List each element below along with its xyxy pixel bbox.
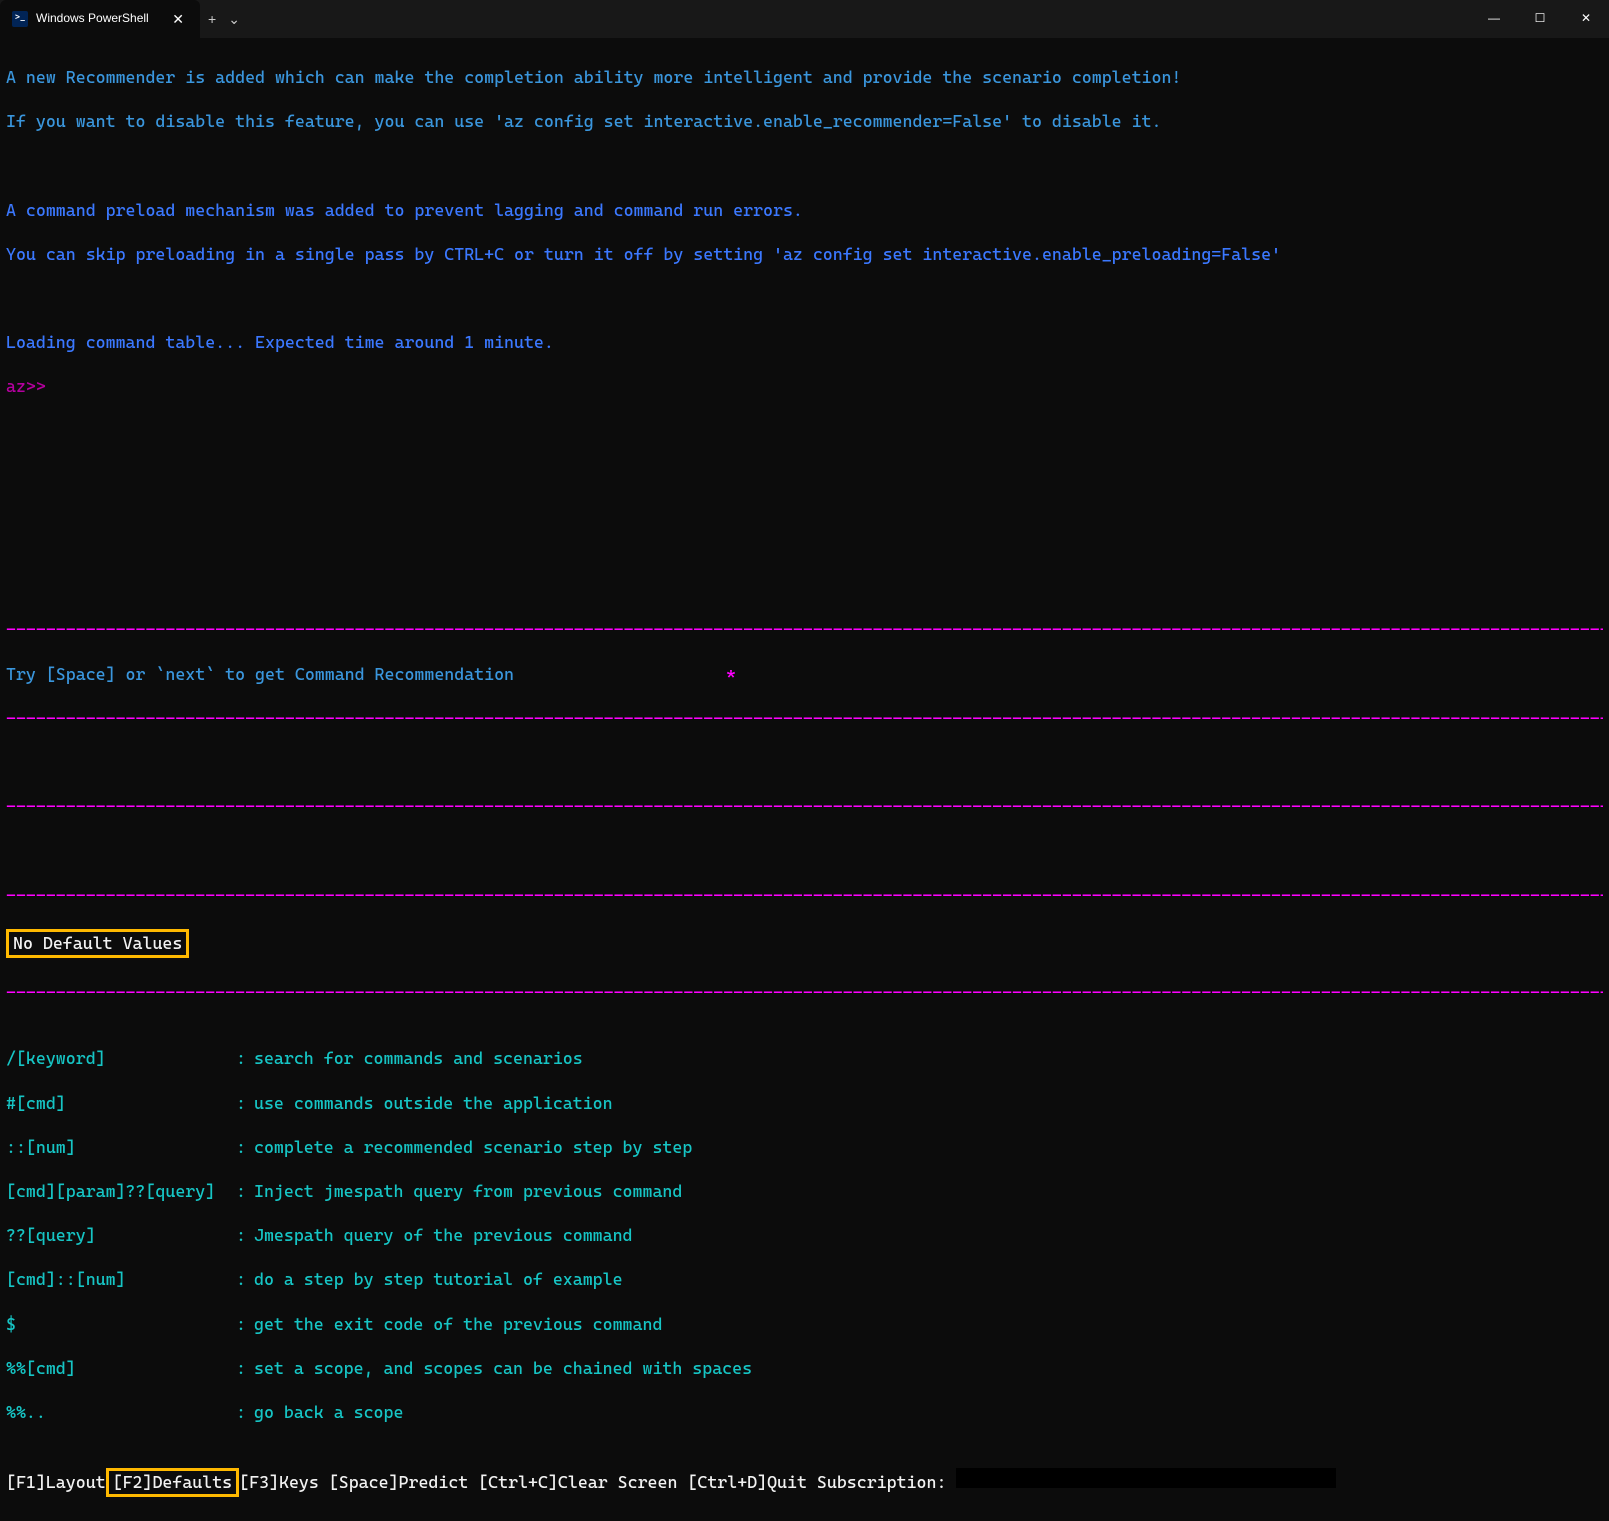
help-key: %%..	[6, 1401, 236, 1423]
loading-line: Loading command table... Expected time a…	[6, 331, 1603, 353]
help-key: ::[num]	[6, 1136, 236, 1158]
close-tab-button[interactable]: ✕	[168, 10, 188, 28]
help-key: [cmd][param]??[query]	[6, 1180, 236, 1202]
help-desc: get the exit code of the previous comman…	[254, 1314, 662, 1334]
ctrlc-clear: [Ctrl+C]Clear Screen	[478, 1471, 677, 1493]
hint-text: Try [Space] or `next` to get Command Rec…	[6, 663, 726, 685]
new-tab-button[interactable]: +	[208, 10, 216, 28]
help-desc: complete a recommended scenario step by …	[254, 1137, 692, 1157]
tab-strip: >_ Windows PowerShell ✕ + ⌄	[0, 0, 248, 38]
maximize-button[interactable]: ☐	[1517, 0, 1563, 38]
space-predict: [Space]Predict	[329, 1471, 468, 1493]
divider: ----------------------------------------…	[6, 795, 1603, 817]
footer-bar: [F1]Layout[F2]Defaults[F3]Keys [Space]Pr…	[6, 1467, 1603, 1498]
close-window-button[interactable]: ✕	[1563, 0, 1609, 38]
divider: ----------------------------------------…	[6, 707, 1603, 729]
f2-defaults-highlight: [F2]Defaults	[106, 1468, 240, 1497]
help-desc: do a step by step tutorial of example	[254, 1269, 623, 1289]
tab-title: Windows PowerShell	[36, 11, 149, 27]
help-key: #[cmd]	[6, 1092, 236, 1114]
help-desc: search for commands and scenarios	[254, 1048, 583, 1068]
terminal-content[interactable]: A new Recommender is added which can mak…	[0, 38, 1609, 1521]
info-line: You can skip preloading in a single pass…	[6, 243, 1603, 265]
help-desc: go back a scope	[254, 1402, 403, 1422]
help-key: /[keyword]	[6, 1047, 236, 1069]
help-desc: Jmespath query of the previous command	[254, 1225, 633, 1245]
subscription-value-redacted	[956, 1468, 1336, 1488]
f3-keys: [F3]Keys	[239, 1471, 319, 1493]
tab-dropdown-button[interactable]: ⌄	[228, 10, 240, 28]
f1-layout: [F1]Layout	[6, 1471, 106, 1493]
info-line: A new Recommender is added which can mak…	[6, 66, 1603, 88]
help-desc: use commands outside the application	[254, 1093, 613, 1113]
prompt[interactable]: az>>	[6, 375, 1603, 397]
window-controls: — ☐ ✕	[1471, 0, 1609, 38]
powershell-icon: >_	[12, 11, 28, 27]
star-icon: *	[726, 663, 736, 685]
help-key: %%[cmd]	[6, 1357, 236, 1379]
info-line: If you want to disable this feature, you…	[6, 110, 1603, 132]
help-table: /[keyword]:search for commands and scena…	[6, 1025, 1603, 1445]
divider: ----------------------------------------…	[6, 618, 1603, 640]
subscription-label: Subscription:	[817, 1471, 947, 1493]
help-key: $	[6, 1313, 236, 1335]
help-key: [cmd]::[num]	[6, 1268, 236, 1290]
tab-powershell[interactable]: >_ Windows PowerShell ✕	[0, 0, 200, 38]
ctrld-quit: [Ctrl+D]Quit	[687, 1471, 807, 1493]
minimize-button[interactable]: —	[1471, 0, 1517, 38]
titlebar: >_ Windows PowerShell ✕ + ⌄ — ☐ ✕	[0, 0, 1609, 38]
no-default-values-highlight: No Default Values	[6, 929, 189, 958]
help-desc: Inject jmespath query from previous comm…	[254, 1181, 682, 1201]
divider: ----------------------------------------…	[6, 981, 1603, 1003]
hint-row: Try [Space] or `next` to get Command Rec…	[6, 663, 1603, 685]
help-desc: set a scope, and scopes can be chained w…	[254, 1358, 752, 1378]
info-line: A command preload mechanism was added to…	[6, 199, 1603, 221]
help-key: ??[query]	[6, 1224, 236, 1246]
